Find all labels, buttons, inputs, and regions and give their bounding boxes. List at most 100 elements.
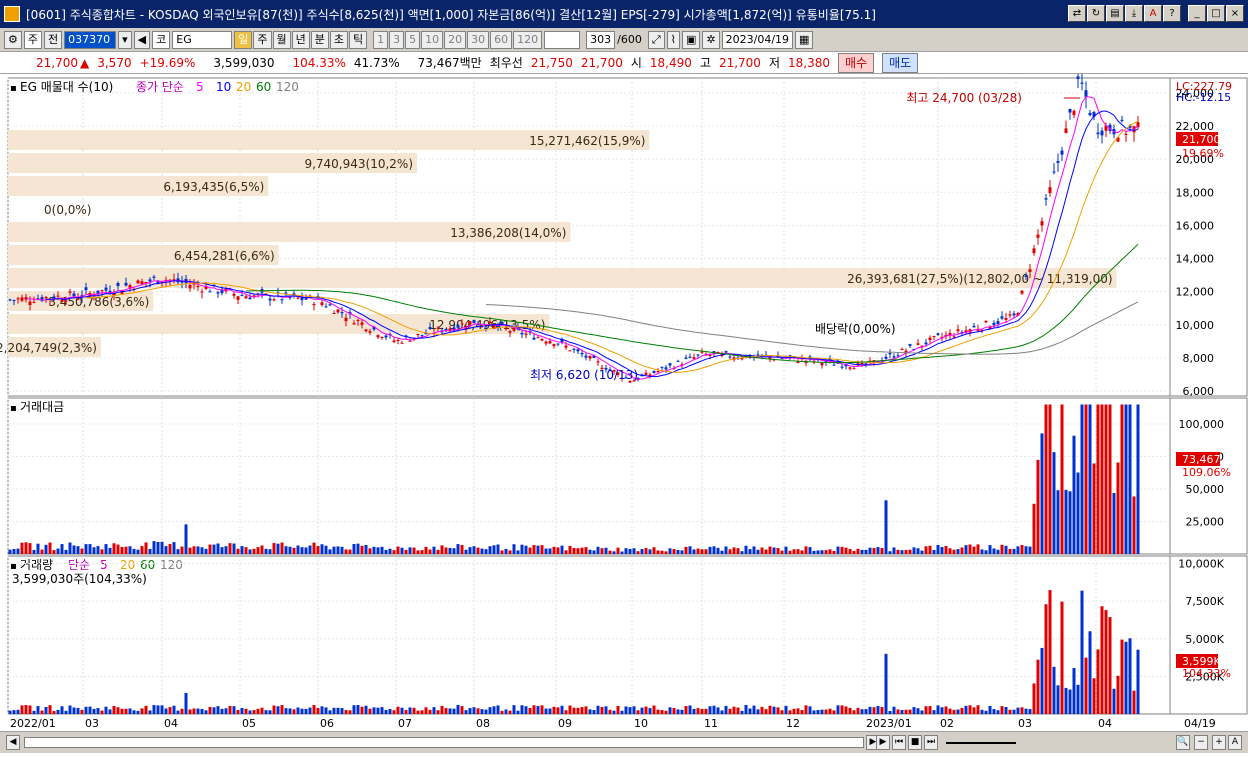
- price-tick: 6,000: [1183, 385, 1215, 398]
- chart-type-icon[interactable]: ⤢: [647, 30, 665, 49]
- volume-bar: [184, 692, 188, 714]
- amount-bar: [1076, 472, 1080, 554]
- interval-button[interactable]: 120: [513, 30, 543, 49]
- zoom-slider[interactable]: [946, 742, 1016, 744]
- step-forward-button[interactable]: ▶: [876, 735, 890, 750]
- settings-icon[interactable]: ⚙: [4, 30, 22, 49]
- scroll-left-button[interactable]: ◀: [6, 735, 20, 750]
- amount-bar: [1040, 433, 1044, 554]
- close-button[interactable]: ×: [1226, 5, 1244, 22]
- minimize-button[interactable]: _: [1188, 5, 1206, 22]
- period-tab[interactable]: 일: [234, 30, 253, 49]
- period-tab[interactable]: 주: [253, 30, 272, 49]
- stock-name-field[interactable]: EG: [172, 30, 233, 49]
- volume-bar: [968, 705, 972, 714]
- amount-bar: [684, 546, 688, 554]
- candle-body: [136, 280, 140, 284]
- market-select[interactable]: 코: [152, 30, 171, 49]
- amount-bar: [744, 545, 748, 554]
- buy-button[interactable]: 매수: [837, 52, 875, 73]
- interval-input[interactable]: [544, 30, 581, 49]
- interval-button[interactable]: 20: [444, 30, 467, 49]
- config-icon[interactable]: ✲: [702, 30, 720, 49]
- amount-bar: [968, 544, 972, 554]
- candle-body: [684, 357, 688, 359]
- maximize-button[interactable]: □: [1207, 5, 1225, 22]
- volume-bar: [620, 710, 624, 714]
- link-icon[interactable]: ⇄: [1068, 5, 1086, 22]
- volume-bar: [68, 705, 72, 714]
- volume-bar: [152, 705, 156, 714]
- stop-button[interactable]: ■: [908, 735, 922, 750]
- amount-bar: [620, 551, 624, 554]
- candle-body: [1088, 112, 1092, 116]
- candle-body: [1056, 161, 1060, 163]
- search-icon[interactable]: ▾: [118, 30, 132, 49]
- candle-body: [888, 352, 892, 355]
- sound-icon[interactable]: ◀: [133, 30, 151, 49]
- candle-body: [200, 291, 204, 293]
- volume-bar: [496, 705, 500, 714]
- play-back-button[interactable]: ⏮: [892, 735, 906, 750]
- refresh-icon[interactable]: ↻: [1087, 5, 1105, 22]
- candle-body: [244, 296, 248, 299]
- volume-bar: [460, 706, 464, 714]
- candle-body: [1044, 198, 1048, 200]
- font-icon[interactable]: A: [1144, 5, 1162, 22]
- volume-bar: [1068, 689, 1072, 714]
- amount-bar: [268, 549, 272, 554]
- amount-bar: [1028, 546, 1032, 554]
- volume-pct: 104.33%: [1182, 667, 1231, 680]
- count-input[interactable]: 303: [586, 30, 616, 49]
- zoom-out-icon[interactable]: 🔍: [1176, 735, 1190, 750]
- mode-select[interactable]: 주: [23, 30, 42, 49]
- volume-bar: [872, 707, 876, 714]
- interval-button[interactable]: 1: [373, 30, 389, 49]
- stock-chart[interactable]: 24,00022,00020,00018,00016,00014,00012,0…: [0, 74, 1248, 731]
- volume-bar: [56, 709, 60, 714]
- help-icon[interactable]: ?: [1163, 5, 1181, 22]
- amount-bar: [1056, 490, 1060, 554]
- candle-body: [892, 356, 896, 358]
- scrollbar[interactable]: [24, 737, 864, 748]
- period-tab[interactable]: 초: [329, 30, 348, 49]
- print-icon[interactable]: ▤: [1106, 5, 1124, 22]
- period-tab[interactable]: 분: [310, 30, 329, 49]
- volume-bar: [904, 709, 908, 714]
- amount-bar: [788, 550, 792, 554]
- amount-bar: [304, 547, 308, 554]
- volume-bar: [524, 706, 528, 714]
- amount-bar: [548, 548, 552, 554]
- interval-button[interactable]: 5: [405, 30, 421, 49]
- volume-bar: [992, 709, 996, 714]
- interval-button[interactable]: 30: [467, 30, 490, 49]
- period-tab[interactable]: 틱: [349, 30, 368, 49]
- volume-bar: [816, 709, 820, 714]
- interval-button[interactable]: 10: [421, 30, 444, 49]
- export-icon[interactable]: ⤓: [1125, 5, 1143, 22]
- interval-button[interactable]: 3: [389, 30, 405, 49]
- auto-scale-icon[interactable]: A: [1228, 735, 1242, 750]
- plus-icon[interactable]: +: [1212, 735, 1226, 750]
- calendar-icon[interactable]: ▦: [795, 30, 814, 49]
- candle-body: [268, 298, 272, 301]
- interval-button[interactable]: 60: [490, 30, 513, 49]
- prev-button[interactable]: 전: [44, 30, 63, 49]
- amount-bar: [728, 549, 732, 554]
- minus-icon[interactable]: −: [1194, 735, 1208, 750]
- indicator-icon[interactable]: ⌇: [666, 30, 681, 49]
- stock-code-input[interactable]: 037370: [64, 30, 117, 49]
- sell-button[interactable]: 매도: [882, 52, 919, 73]
- x-axis-label: 06: [320, 717, 334, 730]
- period-tab[interactable]: 월: [272, 30, 291, 49]
- candle-body: [1060, 150, 1064, 155]
- x-axis-label: 03: [85, 717, 99, 730]
- amount-bar: [188, 547, 192, 554]
- volume-bar: [124, 708, 128, 714]
- save-icon[interactable]: ▣: [682, 30, 701, 49]
- amount-bar: [484, 549, 488, 554]
- date-input[interactable]: 2023/04/19: [721, 30, 794, 49]
- period-tab[interactable]: 년: [291, 30, 310, 49]
- play-forward-button[interactable]: ⏭: [924, 735, 938, 750]
- high-label: 고: [699, 56, 711, 70]
